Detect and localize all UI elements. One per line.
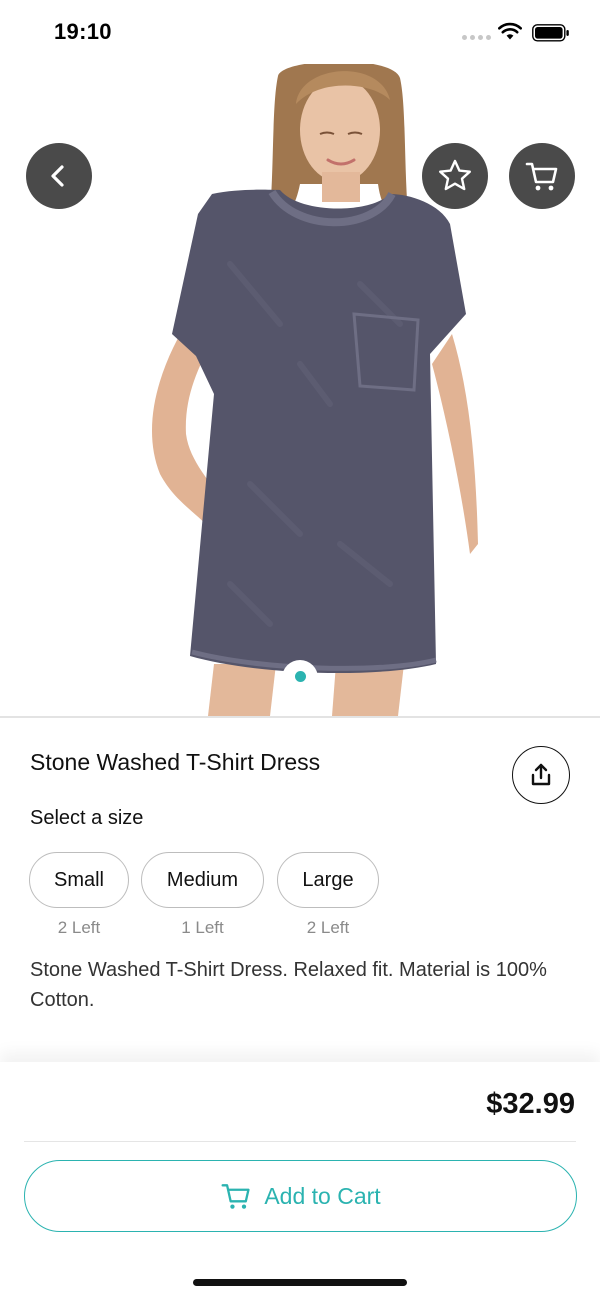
cart-button[interactable] <box>509 143 575 209</box>
product-title: Stone Washed T-Shirt Dress <box>30 749 321 775</box>
cart-icon <box>525 162 558 191</box>
product-photo <box>151 64 478 716</box>
cart-icon <box>221 1184 250 1209</box>
status-time: 19:10 <box>54 19 112 44</box>
product-price: $32.99 <box>486 1088 575 1120</box>
add-to-cart-label: Add to Cart <box>264 1182 381 1209</box>
back-button[interactable] <box>26 143 92 209</box>
size-option-medium[interactable]: Medium <box>141 852 264 908</box>
page-dot-active[interactable] <box>294 671 306 682</box>
size-option-large[interactable]: Large <box>277 852 379 908</box>
add-to-cart-button[interactable]: Add to Cart <box>24 1160 577 1232</box>
product-description: Stone Washed T-Shirt Dress. Relaxed fit.… <box>30 959 547 1011</box>
divider <box>0 716 600 718</box>
stock-count-medium: 1 Left <box>181 918 224 937</box>
chevron-left-icon <box>51 165 64 187</box>
product-image[interactable] <box>0 64 600 716</box>
stock-count-small: 2 Left <box>57 918 101 937</box>
share-icon <box>531 763 551 786</box>
battery-icon <box>532 24 569 42</box>
size-option-small[interactable]: Small <box>29 852 129 908</box>
size-selector-label: Select a size <box>30 807 144 829</box>
share-button[interactable] <box>512 746 570 804</box>
signal-icon <box>462 35 491 40</box>
home-indicator[interactable] <box>193 1279 407 1286</box>
divider <box>24 1141 576 1142</box>
star-icon <box>439 159 471 191</box>
status-bar: 19:10 <box>0 0 600 64</box>
wifi-icon <box>498 22 522 40</box>
stock-count-large: 2 Left <box>306 918 350 937</box>
image-page-indicator[interactable] <box>282 660 318 696</box>
favorite-button[interactable] <box>422 143 488 209</box>
